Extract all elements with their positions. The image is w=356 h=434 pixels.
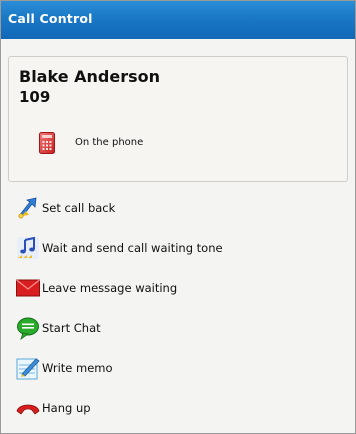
titlebar: Call Control	[1, 1, 355, 39]
leave-message-waiting-button[interactable]: Leave message waiting	[1, 269, 355, 309]
contact-status: On the phone	[75, 137, 144, 148]
wait-call-waiting-tone-label: Wait and send call waiting tone	[42, 241, 223, 255]
red-phone-icon	[39, 132, 55, 154]
contact-name: Blake Anderson	[19, 67, 160, 86]
hang-up-label: Hang up	[42, 401, 91, 415]
chat-bubble-icon	[16, 316, 40, 341]
start-chat-button[interactable]: Start Chat	[1, 309, 355, 349]
music-note-icon	[16, 236, 40, 260]
wait-call-waiting-tone-button[interactable]: Wait and send call waiting tone	[1, 229, 355, 269]
envelope-icon	[16, 276, 40, 300]
memo-icon	[16, 356, 40, 380]
set-call-back-label: Set call back	[42, 201, 116, 215]
hang-up-icon	[16, 396, 40, 420]
callback-arrow-icon	[16, 196, 40, 220]
write-memo-label: Write memo	[42, 361, 113, 375]
start-chat-label: Start Chat	[42, 321, 101, 335]
leave-message-waiting-label: Leave message waiting	[42, 281, 178, 295]
contact-info-card: Blake Anderson 109 On the phone	[8, 56, 348, 182]
hang-up-button[interactable]: Hang up	[1, 389, 355, 429]
window-title: Call Control	[8, 11, 93, 26]
call-control-window: Call Control Blake Anderson 109 On the p…	[0, 0, 356, 434]
write-memo-button[interactable]: Write memo	[1, 349, 355, 389]
set-call-back-button[interactable]: Set call back	[1, 189, 355, 229]
contact-extension: 109	[19, 88, 51, 106]
